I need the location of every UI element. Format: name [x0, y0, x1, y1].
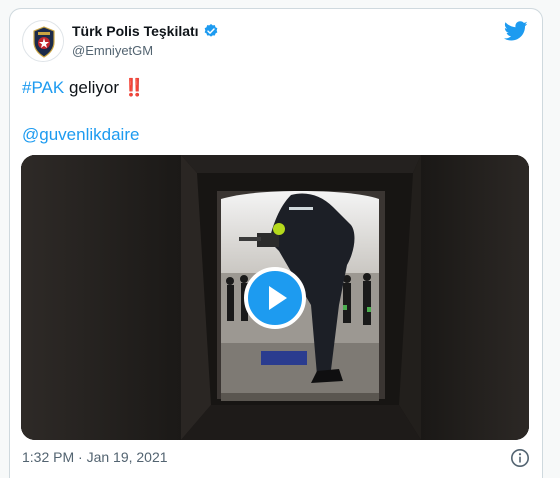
mention-line: @guvenlikdaire	[22, 125, 139, 145]
double-exclamation-emoji: ‼️	[123, 78, 145, 97]
police-emblem-icon	[24, 22, 63, 61]
mention-link[interactable]: @guvenlikdaire	[22, 125, 139, 144]
display-name[interactable]: Türk Polis Teşkilatı	[72, 23, 199, 39]
play-button[interactable]	[244, 267, 306, 329]
twitter-bird-icon[interactable]	[503, 21, 528, 43]
handle[interactable]: @EmniyetGM	[72, 43, 219, 58]
video-player[interactable]	[21, 155, 529, 440]
play-icon	[269, 286, 287, 310]
timestamp[interactable]: 1:32 PM · Jan 19, 2021	[22, 449, 168, 465]
tweet-text: #PAK geliyor ‼️	[22, 77, 145, 99]
hashtag-link[interactable]: #PAK	[22, 78, 64, 97]
tweet-header: Türk Polis Teşkilatı @EmniyetGM	[22, 19, 530, 65]
tweet-text-body: geliyor	[64, 78, 120, 97]
avatar[interactable]	[22, 20, 64, 62]
tweet-footer: 1:32 PM · Jan 19, 2021	[22, 449, 530, 469]
info-icon[interactable]	[510, 448, 530, 468]
verified-badge-icon	[204, 24, 217, 37]
display-name-row: Türk Polis Teşkilatı	[72, 23, 219, 39]
author-names: Türk Polis Teşkilatı @EmniyetGM	[72, 23, 219, 58]
tweet-card: Türk Polis Teşkilatı @EmniyetGM #PAK gel…	[9, 8, 543, 478]
